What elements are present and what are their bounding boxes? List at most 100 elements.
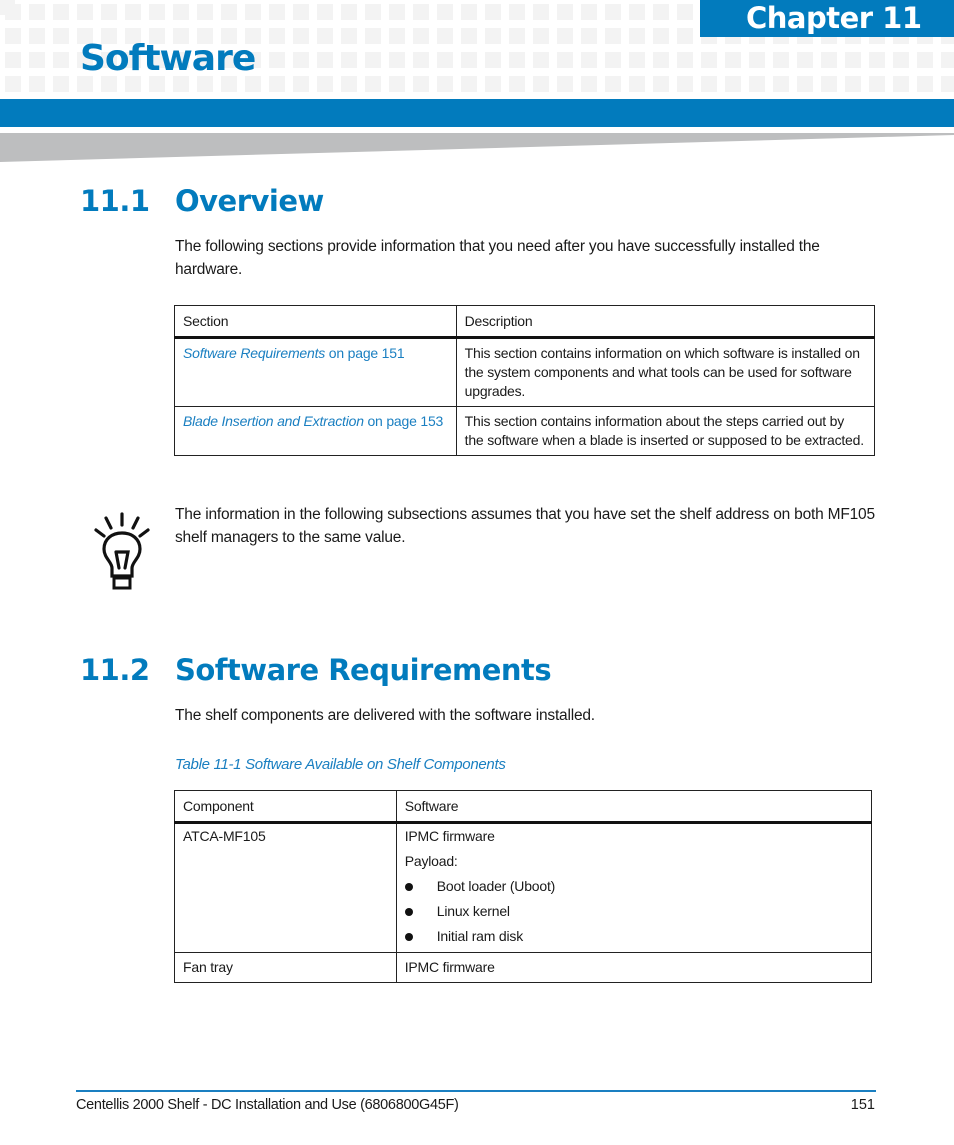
- grid-square: [893, 76, 909, 92]
- footer-rule: [76, 1090, 876, 1092]
- grid-square: [677, 28, 693, 44]
- grid-square: [557, 52, 573, 68]
- grid-square: [509, 76, 525, 92]
- grid-square: [389, 28, 405, 44]
- grid-square: [677, 52, 693, 68]
- overview-table: Section Description Software Requirement…: [174, 305, 876, 456]
- grid-square: [653, 4, 669, 20]
- grid-square: [53, 52, 69, 68]
- software-requirements-intro: The shelf components are delivered with …: [175, 707, 595, 724]
- grid-square: [389, 52, 405, 68]
- grid-square: [293, 76, 309, 92]
- grid-square: [53, 4, 69, 20]
- grid-square: [509, 52, 525, 68]
- grid-square: [581, 28, 597, 44]
- grid-square: [941, 52, 954, 68]
- grid-square: [605, 76, 621, 92]
- grid-square: [293, 28, 309, 44]
- bullet-text: Boot loader (Uboot): [436, 878, 556, 894]
- grid-square: [581, 76, 597, 92]
- overview-intro: The following sections provide informati…: [175, 238, 820, 278]
- grid-square: [653, 76, 669, 92]
- software-cell: IPMC firmware Payload: Boot loader (Uboo…: [395, 822, 873, 953]
- list-item: Boot loader (Uboot): [404, 874, 863, 899]
- lightbulb-icon: [94, 512, 150, 590]
- column-header-component: Component: [174, 790, 397, 824]
- grid-square: [413, 76, 429, 92]
- table-header-row: Component Software: [174, 790, 873, 824]
- description-cell: This section contains information about …: [455, 406, 876, 456]
- component-cell: Fan tray: [174, 952, 397, 983]
- grid-square: [821, 76, 837, 92]
- grid-square: [437, 4, 453, 20]
- grid-square: [29, 52, 45, 68]
- grid-square: [29, 4, 45, 20]
- grid-square: [389, 4, 405, 20]
- grid-square: [557, 76, 573, 92]
- grid-square: [557, 4, 573, 20]
- table-caption: Table 11-1 Software Available on Shelf C…: [175, 756, 506, 773]
- grid-square: [365, 28, 381, 44]
- grid-square: [437, 52, 453, 68]
- grid-square: [917, 76, 933, 92]
- grid-square: [437, 28, 453, 44]
- grid-square: [533, 52, 549, 68]
- grid-square: [629, 76, 645, 92]
- grid-square: [5, 76, 21, 92]
- grid-square: [53, 28, 69, 44]
- grid-square: [773, 76, 789, 92]
- footer-document-title: Centellis 2000 Shelf - DC Installation a…: [76, 1097, 459, 1113]
- chapter-label: Chapter 11: [700, 0, 954, 37]
- link-software-requirements[interactable]: Software Requirements on page 151: [183, 345, 405, 361]
- chapter-title: Software: [80, 38, 256, 79]
- table-row: Blade Insertion and Extraction on page 1…: [174, 406, 876, 456]
- section-title: Software Requirements: [175, 653, 552, 687]
- grid-square: [941, 76, 954, 92]
- grid-square: [5, 52, 21, 68]
- grid-square: [485, 28, 501, 44]
- grid-square: [413, 28, 429, 44]
- grid-square: [701, 76, 717, 92]
- grid-square: [53, 76, 69, 92]
- grid-square: [557, 28, 573, 44]
- grid-square: [149, 4, 165, 20]
- grid-square: [365, 76, 381, 92]
- grid-square: [269, 52, 285, 68]
- grid-square: [341, 76, 357, 92]
- grid-square: [845, 52, 861, 68]
- bullet-icon: [404, 907, 413, 916]
- bullet-text: Linux kernel: [436, 903, 510, 919]
- grid-square: [269, 28, 285, 44]
- column-header-section: Section: [174, 305, 457, 339]
- grid-square: [533, 76, 549, 92]
- grid-square: [461, 4, 477, 20]
- link-blade-insertion-extraction[interactable]: Blade Insertion and Extraction on page 1…: [183, 413, 443, 429]
- grid-square: [437, 76, 453, 92]
- grid-square: [605, 4, 621, 20]
- software-line: Payload:: [404, 853, 458, 869]
- column-header-description: Description: [455, 305, 876, 339]
- grid-square: [389, 76, 405, 92]
- grid-square: [245, 4, 261, 20]
- grid-square: [869, 76, 885, 92]
- grid-square: [461, 52, 477, 68]
- bullet-icon: [404, 932, 413, 941]
- software-line: IPMC firmware: [404, 828, 495, 844]
- list-item: Linux kernel: [404, 899, 863, 924]
- column-header-software: Software: [395, 790, 873, 824]
- grid-square: [173, 4, 189, 20]
- grid-square: [5, 28, 21, 44]
- section-heading-overview: 11.1 Overview: [80, 183, 324, 219]
- grid-square: [101, 4, 117, 20]
- grid-square: [317, 28, 333, 44]
- grid-square: [797, 76, 813, 92]
- grid-square: [341, 52, 357, 68]
- grid-square: [797, 52, 813, 68]
- grid-square: [773, 52, 789, 68]
- section-number: 11.2: [80, 653, 150, 687]
- grid-square: [605, 28, 621, 44]
- grid-square: [5, 4, 21, 20]
- grid-square: [485, 76, 501, 92]
- section-title: Overview: [175, 184, 324, 218]
- grid-square: [725, 52, 741, 68]
